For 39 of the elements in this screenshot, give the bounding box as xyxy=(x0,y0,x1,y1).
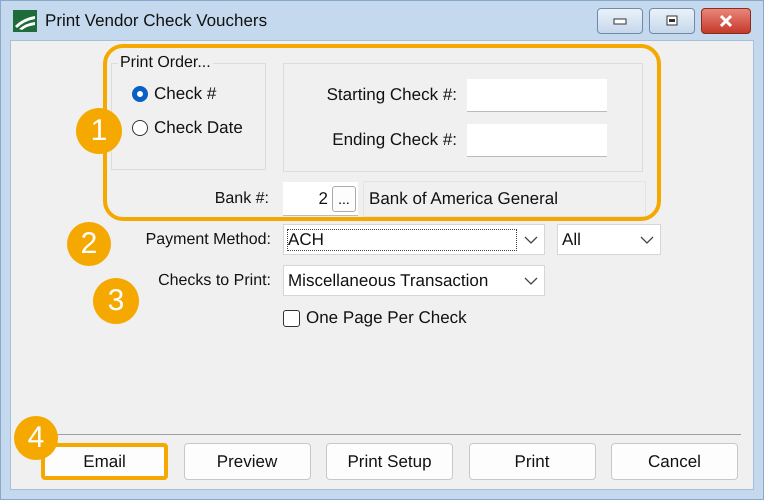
radio-button[interactable] xyxy=(132,86,148,102)
filter-dropdown[interactable]: All xyxy=(557,224,661,255)
maximize-button[interactable] xyxy=(649,8,695,34)
field-label: Bank #: xyxy=(214,190,269,208)
callout-badge: 3 xyxy=(93,278,139,324)
chevron-down-icon xyxy=(524,276,538,284)
chevron-down-icon xyxy=(640,236,654,244)
radio-option[interactable]: Check # xyxy=(132,84,265,104)
checks-to-print-dropdown[interactable]: Miscellaneous Transaction xyxy=(283,265,545,296)
close-button[interactable] xyxy=(701,8,751,34)
field-label: Checks to Print: xyxy=(157,272,271,290)
bank-name-field: Bank of America General xyxy=(363,181,646,217)
checkbox[interactable] xyxy=(283,310,300,326)
callout-badge: 1 xyxy=(76,108,122,154)
minimize-icon xyxy=(612,16,628,26)
close-icon xyxy=(718,14,734,28)
check-number-field[interactable] xyxy=(467,124,607,156)
maximize-icon xyxy=(664,14,680,26)
bank-number-field[interactable]: 2 ... xyxy=(283,182,358,216)
check-number-field[interactable] xyxy=(467,78,607,112)
dialog-button[interactable]: Print Setup xyxy=(326,443,453,480)
chevron-down-icon xyxy=(524,236,538,244)
field-label: Ending Check #: xyxy=(332,130,457,150)
field-label: Starting Check #: xyxy=(326,85,457,105)
callout-badge: 2 xyxy=(67,222,111,266)
minimize-button[interactable] xyxy=(597,8,643,34)
dialog-button[interactable]: Print xyxy=(468,443,596,480)
app-icon xyxy=(13,10,37,32)
dialog-button[interactable]: Cancel xyxy=(611,443,738,480)
browse-button[interactable]: ... xyxy=(332,186,356,212)
callout-badge: 4 xyxy=(14,416,58,460)
dialog-button[interactable]: Preview xyxy=(184,443,310,480)
radio-option[interactable]: Check Date xyxy=(132,118,265,138)
checkbox-option[interactable]: One Page Per Check xyxy=(283,308,753,328)
payment-method-dropdown[interactable]: ACH xyxy=(283,224,545,255)
dialog-button[interactable]: Email xyxy=(41,443,168,480)
field-label: Payment Method: xyxy=(144,230,271,248)
radio-button[interactable] xyxy=(132,120,148,136)
window-title: Print Vendor Check Vouchers xyxy=(45,10,268,30)
